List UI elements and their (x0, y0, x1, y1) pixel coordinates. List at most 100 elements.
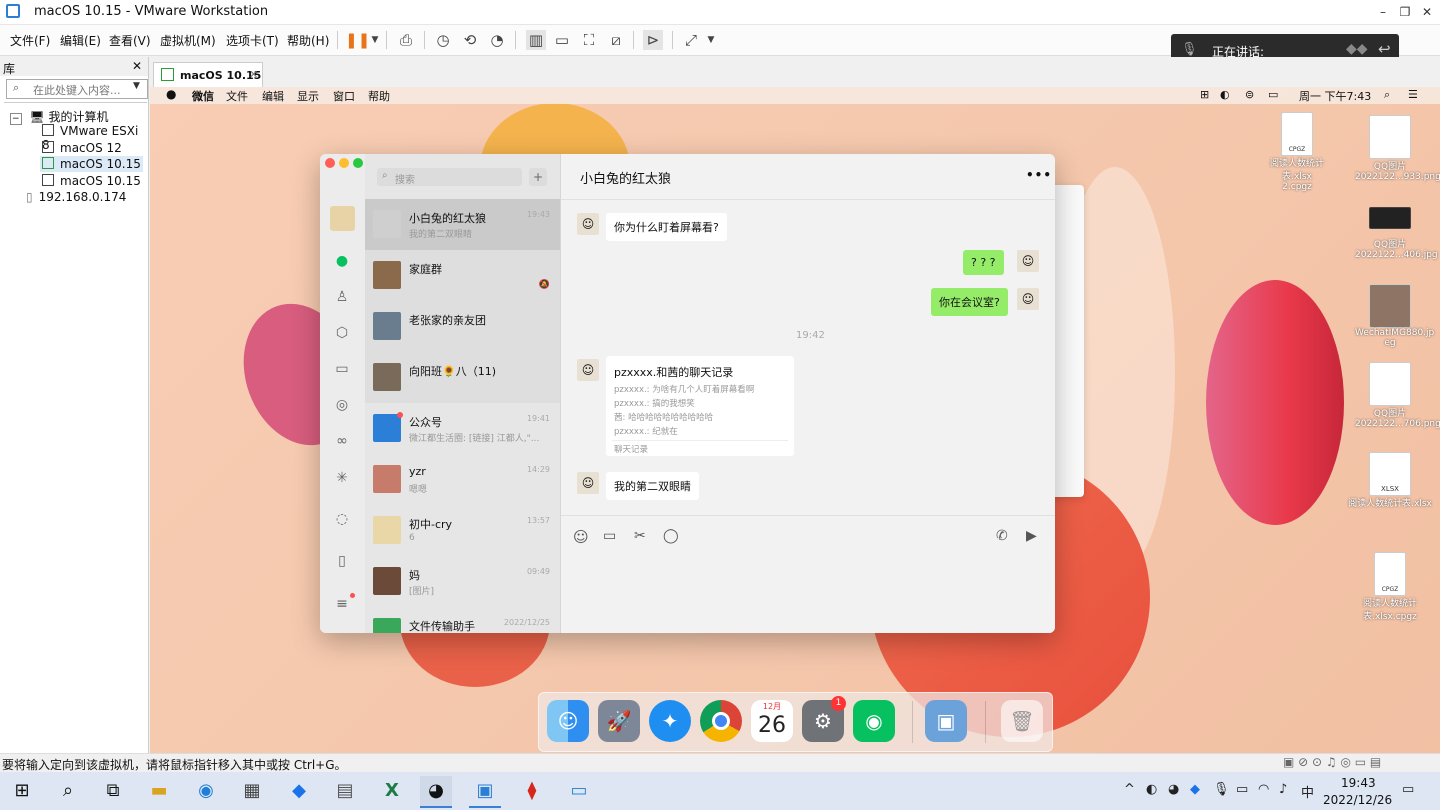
chat-record-card[interactable]: pzxxxx.和茜的聊天记录 pzxxxx.: 为啥有几个人盯着屏幕看啊 pzx… (606, 356, 794, 456)
mac-menu-edit[interactable]: 编辑 (262, 88, 284, 104)
desktop-file-jpg[interactable]: QQ图片 2022122...406.jpg (1355, 207, 1438, 260)
calculator-icon[interactable]: ▦ (236, 776, 268, 806)
chrome-icon[interactable] (700, 700, 742, 742)
snapshot-icon[interactable]: ◷ (433, 30, 453, 50)
share-icon[interactable]: ↩ (1378, 40, 1391, 58)
search-icon[interactable]: ⌕ (52, 776, 84, 806)
device-icons[interactable]: ▣ ⊘ ⊙ ♫ ◎ ▭ ▤ (1283, 755, 1381, 769)
conversation-item[interactable]: 家庭群 🔕 (365, 250, 560, 301)
apple-icon[interactable]: ● (166, 87, 176, 101)
mac-clock[interactable]: 周一 下午7:43 (1299, 88, 1371, 104)
snapshot-manager-icon[interactable]: ◔ (487, 30, 507, 50)
finder-icon[interactable]: ☺ (547, 700, 589, 742)
contact-avatar[interactable]: ☺ (577, 213, 599, 235)
menu-vm[interactable]: 虚拟机(M) (160, 32, 216, 49)
chevron-down-icon[interactable]: ▼ (365, 30, 385, 50)
menu-file[interactable]: 文件(F) (10, 32, 50, 49)
close-button[interactable]: ✕ (1417, 2, 1437, 22)
conversation-item[interactable]: 初中-cry 6 13:57 (365, 505, 560, 556)
qq-icon[interactable]: ◕ (420, 776, 452, 808)
mac-menu-window[interactable]: 窗口 (333, 88, 355, 104)
unity-icon[interactable]: ⧄ (606, 30, 626, 50)
desktop-file-png2[interactable]: QQ图片 2022122...706.png (1355, 362, 1440, 429)
chat-icon[interactable]: ● (332, 251, 352, 271)
video-call-icon[interactable]: ▶ (1026, 528, 1037, 544)
calendar-icon[interactable]: 12月 26 (751, 700, 793, 742)
discover-icon[interactable]: ✳ (332, 468, 352, 488)
contact-avatar[interactable]: ☺ (577, 359, 599, 381)
tray-expand-icon[interactable]: ^ (1124, 782, 1135, 797)
ime-indicator[interactable]: 中 (1301, 782, 1314, 801)
tree-item-macos1015-active[interactable]: macOS 10.15 (40, 156, 143, 172)
emoji-icon[interactable]: ☺ (573, 528, 589, 546)
conversation-item[interactable]: yzr 嗯嗯 14:29 (365, 454, 560, 505)
mac-menu-view[interactable]: 显示 (297, 88, 319, 104)
tab-macos1015[interactable]: macOS 10.15 ✕ (153, 62, 263, 88)
pause-icon[interactable]: ❚❚ (345, 30, 370, 50)
tray-mic-icon[interactable]: 🎙 (1213, 782, 1230, 797)
tray-battery-icon[interactable]: ▭ (1236, 782, 1248, 797)
self-avatar[interactable]: ☺ (1017, 288, 1039, 310)
launchpad-icon[interactable]: 🚀 (598, 700, 640, 742)
preview-icon[interactable]: ▣ (925, 700, 967, 742)
fullscreen-icon[interactable]: ⛶ (579, 30, 599, 50)
spotlight-icon[interactable]: ⌕ (1384, 88, 1390, 102)
taskbar-date[interactable]: 2022/12/26 (1323, 793, 1392, 807)
chat-history-icon[interactable]: ◯ (663, 528, 679, 544)
app-icon[interactable]: ▤ (329, 776, 361, 806)
tray-app-icon[interactable]: ◐ (1146, 782, 1157, 797)
tree-item-macos1015[interactable]: macOS 10.15 (42, 174, 141, 188)
taskbar-time[interactable]: 19:43 (1341, 776, 1376, 790)
acrobat-icon[interactable]: ⧫ (516, 776, 548, 806)
contacts-icon[interactable]: ♙ (332, 287, 352, 307)
mac-menu-file[interactable]: 文件 (226, 88, 248, 104)
channels-icon[interactable]: ∞ (332, 431, 352, 451)
file-explorer-icon[interactable]: ▬ (143, 776, 175, 806)
control-center-icon[interactable]: ☰ (1408, 88, 1418, 101)
input-method-icon[interactable]: ⊞ (1200, 88, 1209, 101)
wechat-dock-icon[interactable]: ◉ (853, 700, 895, 742)
tab-close-button[interactable]: ✕ (249, 68, 258, 81)
menu-edit[interactable]: 编辑(E) (60, 32, 101, 49)
add-button[interactable]: + (529, 168, 547, 186)
stretch-icon[interactable]: ⤢ (681, 30, 701, 50)
mini-program-icon[interactable]: ◌ (332, 509, 352, 529)
task-view-icon[interactable]: ⧉ (97, 776, 129, 806)
tree-root[interactable]: − 🖥 我的计算机 (10, 108, 108, 125)
favorites-icon[interactable]: ⬡ (332, 323, 352, 343)
revert-snapshot-icon[interactable]: ⟲ (460, 30, 480, 50)
minimize-light-icon[interactable] (339, 158, 349, 168)
conversation-item[interactable]: 老张家的亲友团 (365, 301, 560, 352)
minimize-button[interactable]: – (1373, 2, 1393, 22)
vmware-taskbar-icon[interactable]: ▣ (469, 776, 501, 808)
conversation-item[interactable]: 公众号 微江都生活圈: [链接] 江都人,"... 19:41 (365, 403, 560, 454)
menu-icon[interactable]: ≡ (332, 594, 352, 614)
menu-tabs[interactable]: 选项卡(T) (226, 32, 279, 49)
desktop-file-xlsx-cpgz[interactable]: CPGZ 阅读人数统计 表.xlsx.cpgz (1355, 552, 1425, 622)
search-dropdown-icon[interactable]: ▼ (133, 81, 140, 91)
desktop-file-png[interactable]: QQ图片 2022122...933.png (1355, 115, 1440, 182)
zoom-light-icon[interactable] (353, 158, 363, 168)
wechat-search-input[interactable]: ⌕ 搜索 (377, 168, 522, 186)
menu-view[interactable]: 查看(V) (109, 32, 151, 49)
desktop-file-cpgz[interactable]: CPGZ 阅读人数统计表.xlsx 2.cpgz (1262, 112, 1332, 192)
display-icon[interactable]: ▭ (1268, 88, 1278, 101)
voice-call-icon[interactable]: ✆ (996, 528, 1008, 544)
restore-button[interactable]: ❐ (1395, 2, 1415, 22)
conversation-item[interactable]: 妈 [图片] 09:49 (365, 556, 560, 607)
send-keys-icon[interactable]: ⎙ (396, 30, 416, 50)
tray-qq-icon[interactable]: ◕ (1168, 782, 1179, 797)
tray-feishu-icon[interactable]: ◆ (1190, 782, 1200, 797)
tree-item-remote[interactable]: ▯ 192.168.0.174 (26, 190, 126, 204)
conversation-item[interactable]: 小白兔的红太狼 我的第二双眼睛 19:43 (365, 199, 560, 250)
folder-icon[interactable]: ▭ (332, 359, 352, 379)
tray-wifi-icon[interactable]: ◠ (1258, 782, 1269, 797)
trash-icon[interactable]: 🗑 (1001, 700, 1043, 742)
self-avatar[interactable]: ☺ (1017, 250, 1039, 272)
conversation-item[interactable]: 文件传输助手 2022/12/25 (365, 607, 560, 633)
desktop-file-xlsx[interactable]: XLSX 阅读人数统计表.xlsx (1345, 452, 1435, 509)
screenshot-icon[interactable]: ✂ (634, 528, 646, 544)
file-icon[interactable]: ▭ (603, 528, 616, 544)
message-sent[interactable]: 你在会议室? (931, 288, 1008, 316)
menu-help[interactable]: 帮助(H) (287, 32, 329, 49)
